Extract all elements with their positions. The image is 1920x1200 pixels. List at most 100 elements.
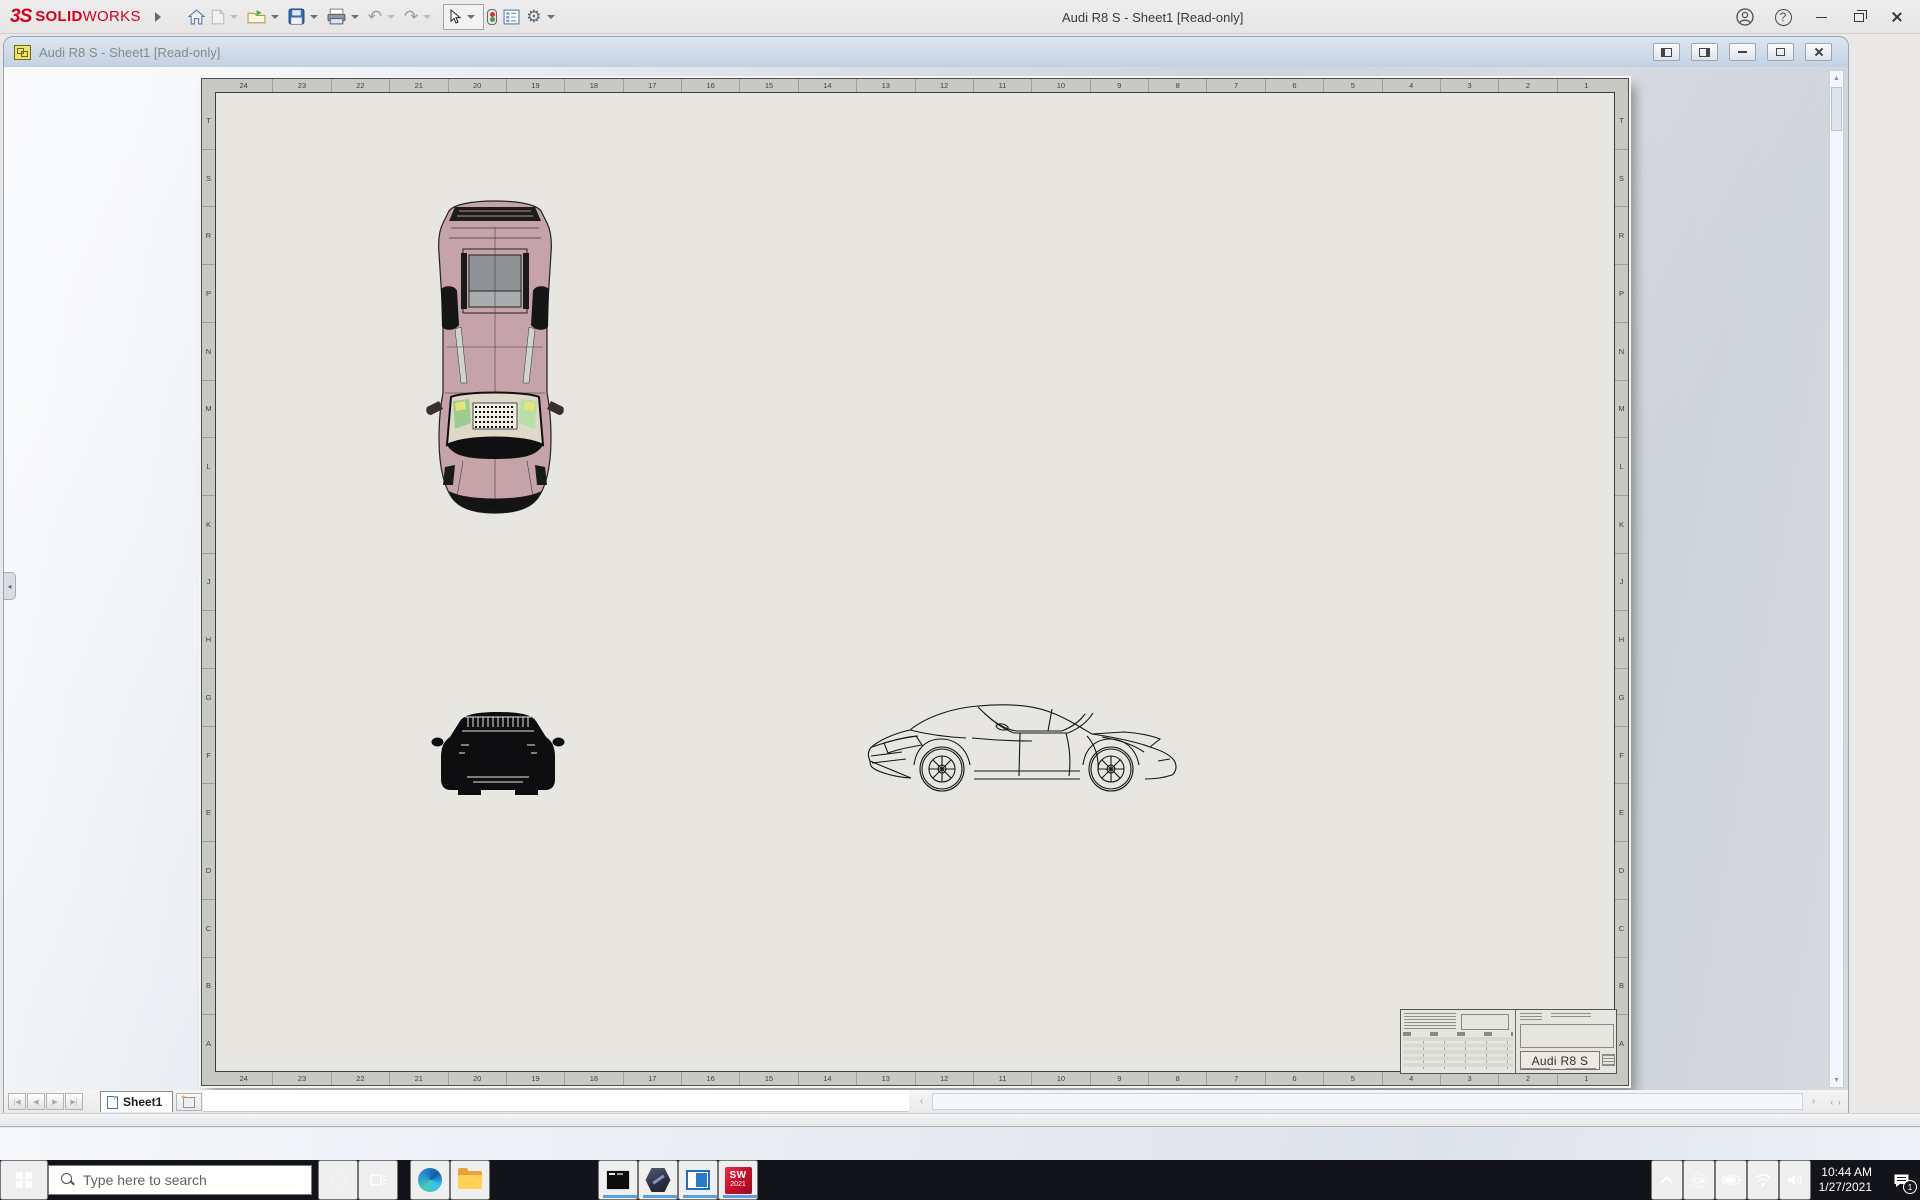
doc-minimize-button[interactable] <box>1729 43 1756 61</box>
redo-dropdown-arrow-icon[interactable] <box>423 14 432 19</box>
zone-label: 10 <box>1032 1072 1091 1085</box>
panel-collapse-tab[interactable] <box>4 572 16 600</box>
task-view-button[interactable] <box>358 1160 398 1200</box>
zone-label: 1 <box>1584 81 1589 90</box>
zone-label: 24 <box>215 1072 274 1085</box>
zone-label: 7 <box>1207 1072 1266 1085</box>
zone-label: R <box>202 207 215 266</box>
zone-label: 24 <box>215 79 274 92</box>
print-button[interactable] <box>324 4 349 30</box>
meet-now-button[interactable] <box>1682 1160 1715 1200</box>
sheet-tab[interactable]: Sheet1 <box>100 1091 174 1112</box>
minimize-button[interactable] <box>1806 4 1836 30</box>
properties-panel-button[interactable] <box>500 4 523 30</box>
volume-button[interactable] <box>1778 1160 1811 1200</box>
command-prompt-button[interactable] <box>598 1160 638 1200</box>
zone-label: P <box>202 265 215 323</box>
last-sheet-button[interactable]: ▶| <box>65 1093 83 1110</box>
drawing-view-side[interactable] <box>862 701 1182 801</box>
document-title: Audi R8 S - Sheet1 [Read-only] <box>39 44 221 60</box>
file-explorer-button[interactable] <box>450 1160 490 1200</box>
window-controls <box>1730 0 1912 34</box>
doc-tile-left-button[interactable] <box>1653 43 1680 61</box>
options-dropdown-arrow-icon[interactable] <box>546 14 555 19</box>
solidworks-menu[interactable]: 3S SOLID WORKS <box>10 6 161 28</box>
hexagon-app-button[interactable] <box>638 1160 678 1200</box>
battery-button[interactable] <box>1714 1160 1747 1200</box>
zone-strip-left: TSRPNMLKJHGFEDCB A <box>202 92 215 1072</box>
drawing-view-front[interactable] <box>431 707 565 799</box>
solidworks-2021-button[interactable]: SW 2021 <box>718 1160 758 1200</box>
previous-sheet-button[interactable]: ◀ <box>27 1093 45 1110</box>
home-button[interactable] <box>185 4 208 30</box>
zone-label: S <box>1615 150 1628 208</box>
cortana-button[interactable] <box>318 1160 358 1200</box>
vertical-scrollbar[interactable] <box>1829 70 1844 1088</box>
sheet-tab-label: Sheet1 <box>123 1095 163 1109</box>
zone-label: 2 <box>1499 79 1558 92</box>
open-dropdown-arrow-icon[interactable] <box>270 14 279 19</box>
notification-center-button[interactable]: 1 <box>1882 1160 1920 1200</box>
doc-restore-button[interactable] <box>1767 43 1794 61</box>
running-indicator <box>723 1195 757 1198</box>
open-folder-icon <box>247 10 266 24</box>
car-rear-view-image <box>431 712 565 795</box>
chevron-up-icon <box>1660 1175 1673 1189</box>
close-button[interactable] <box>1882 4 1912 30</box>
open-button[interactable] <box>244 4 269 30</box>
options-button[interactable] <box>523 4 544 30</box>
select-tool-button[interactable] <box>446 4 465 30</box>
zone-label: 14 <box>799 1072 858 1085</box>
restore-button[interactable] <box>1844 4 1874 30</box>
doc-close-button[interactable] <box>1805 43 1832 61</box>
add-sheet-button[interactable] <box>176 1093 202 1111</box>
zone-label: 3 <box>1441 79 1500 92</box>
graphics-area[interactable]: 242322212019181716151413121110987654321 … <box>3 67 1849 1090</box>
edge-button[interactable] <box>410 1160 450 1200</box>
new-document-button[interactable] <box>208 4 228 30</box>
new-dropdown-arrow-icon[interactable] <box>229 14 238 19</box>
zone-label: K <box>202 496 215 554</box>
selection-filter-button[interactable] <box>484 4 500 30</box>
select-dropdown-arrow-icon[interactable] <box>467 14 476 19</box>
first-sheet-button[interactable]: |◀ <box>8 1093 26 1110</box>
redo-button[interactable] <box>401 4 421 30</box>
drawing-sheet[interactable]: 24 23 22 21 20 19 18 17 16 15 14 13 12 11 10 9 8 7 6 5 4 3 2 1 … <box>201 78 1629 1086</box>
pane-split-corner-icon[interactable] <box>1824 1093 1848 1110</box>
save-dropdown-arrow-icon[interactable] <box>309 14 318 19</box>
account-button[interactable] <box>1730 4 1760 30</box>
zone-label: B <box>1615 958 1628 1016</box>
windows-logo-icon <box>16 1172 32 1188</box>
undo-button[interactable] <box>365 4 385 30</box>
save-button[interactable] <box>285 4 308 30</box>
menu-expand-arrow-icon[interactable] <box>154 11 161 22</box>
scroll-down-icon[interactable] <box>1830 1073 1843 1087</box>
start-button[interactable] <box>0 1160 48 1200</box>
wifi-button[interactable] <box>1746 1160 1779 1200</box>
zone-label: 8 <box>1149 79 1208 92</box>
tray-expand-button[interactable] <box>1650 1160 1683 1200</box>
horizontal-scrollbar[interactable] <box>932 1093 1803 1110</box>
hscroll-left-icon[interactable] <box>913 1093 930 1110</box>
zone-label: E <box>1615 784 1628 843</box>
next-sheet-button[interactable]: ▶ <box>46 1093 64 1110</box>
tab-strip <box>203 1090 909 1112</box>
doc-tile-right-button[interactable] <box>1691 43 1718 61</box>
taskbar-search[interactable] <box>48 1165 312 1195</box>
sw-icon-label: SW <box>729 1170 747 1181</box>
hscroll-right-icon[interactable] <box>1805 1093 1822 1110</box>
zone-label: 17 <box>624 1072 682 1085</box>
print-dropdown-arrow-icon[interactable] <box>350 14 359 19</box>
scroll-up-icon[interactable] <box>1830 71 1843 85</box>
zone-label: 8 <box>1149 1072 1208 1085</box>
drawing-view-top[interactable] <box>425 197 565 517</box>
clock[interactable]: 10:44 AM 1/27/2021 <box>1811 1165 1882 1195</box>
help-button[interactable] <box>1768 4 1798 30</box>
document-titlebar[interactable]: Audi R8 S - Sheet1 [Read-only] <box>3 36 1849 67</box>
search-input[interactable] <box>83 1172 283 1188</box>
vertical-scroll-thumb[interactable] <box>1831 87 1842 131</box>
running-indicator <box>603 1195 637 1198</box>
zone-label: 18 <box>565 1072 624 1085</box>
window-app-button[interactable] <box>678 1160 718 1200</box>
undo-dropdown-arrow-icon[interactable] <box>387 14 396 19</box>
